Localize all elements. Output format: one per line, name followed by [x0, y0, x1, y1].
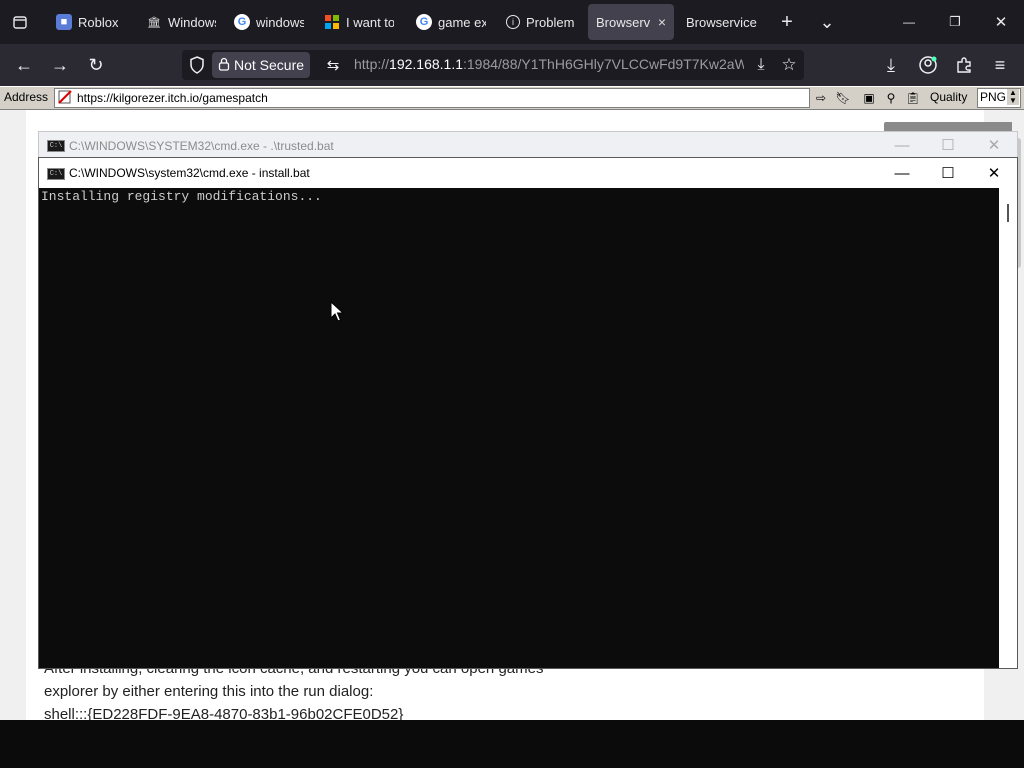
address-input[interactable]: https://kilgorezer.itch.io/gamespatch [54, 88, 810, 108]
console-scrollbar[interactable] [999, 188, 1017, 668]
url-host: 192.168.1.1 [389, 56, 463, 72]
extensions-icon[interactable] [951, 52, 977, 78]
forward-button[interactable]: → [47, 52, 73, 78]
downloads-icon[interactable]: ⤓ [878, 52, 904, 78]
security-label: Not Secure [234, 57, 305, 73]
bookmark-star-icon[interactable]: ☆ [776, 52, 802, 78]
clipboard-icon[interactable]: 📋︎ [904, 89, 922, 106]
arrow-left-icon: ← [15, 54, 33, 75]
image-format-select[interactable]: PNG ▲ ▼ [977, 88, 1021, 108]
tab-browservice[interactable]: Browservice [678, 4, 764, 40]
window-title: C:\WINDOWS\SYSTEM32\cmd.exe - .\trusted.… [69, 139, 334, 153]
minimize-icon: — [894, 136, 910, 154]
tab-title: Problem [526, 14, 574, 30]
maximize-icon: ☐ [941, 137, 955, 154]
google-icon: G [234, 14, 250, 30]
console-text: Installing registry modifications... [41, 189, 322, 204]
reload-button[interactable]: ↻ [83, 52, 109, 78]
url-text[interactable]: http://192.168.1.1:1984/88/Y1ThH6GHly7VL… [354, 56, 744, 72]
cmd-window-install[interactable]: C:\ C:\WINDOWS\system32\cmd.exe - instal… [38, 157, 1018, 669]
permissions-icon[interactable]: ⇆ [320, 52, 346, 78]
account-icon[interactable] [915, 52, 941, 78]
quality-label: Quality [930, 90, 968, 104]
tab-title: Roblox [78, 14, 119, 30]
tab-title: game exp [438, 14, 486, 30]
menu-hamburger-icon[interactable]: ≡ [987, 52, 1013, 78]
window-titlebar[interactable]: C:\ C:\WINDOWS\system32\cmd.exe - instal… [39, 158, 1017, 188]
tab-windows-google[interactable]: G windows [226, 4, 310, 40]
tab-windows[interactable]: 🏛 Windows [138, 4, 222, 40]
plus-icon: + [781, 10, 793, 33]
close-window-button[interactable]: ✕ [978, 0, 1024, 44]
chevron-down-icon: ⌄ [819, 11, 835, 32]
minimize-icon: — [903, 15, 915, 29]
tab-title: Windows [168, 14, 216, 30]
minimize-button[interactable]: — [886, 0, 932, 44]
close-icon: ✕ [987, 165, 1001, 182]
windows-logo-icon [324, 14, 340, 30]
close-icon: ✕ [994, 14, 1008, 31]
tab-browservice-active[interactable]: Browservic × [588, 4, 674, 40]
security-indicator[interactable]: Not Secure [212, 52, 311, 78]
tab-roblox[interactable]: ■ Roblox [48, 4, 136, 40]
instruction-text: explorer by either entering this into th… [44, 683, 374, 700]
address-text: https://kilgorezer.itch.io/gamespatch [77, 91, 268, 105]
tab-overview-icon[interactable] [0, 0, 40, 44]
browser-tab-strip: ■ Roblox 🏛 Windows G windows I want to G… [0, 0, 1024, 44]
minimize-button[interactable]: — [879, 132, 925, 158]
tab-game-explorer[interactable]: G game exp [408, 4, 492, 40]
go-arrow-icon[interactable]: ⇨ [812, 89, 830, 106]
mouse-pointer-icon [330, 300, 345, 323]
window-title: C:\WINDOWS\system32\cmd.exe - install.ba… [69, 166, 310, 180]
binoculars-icon[interactable]: ⚲ [882, 89, 900, 106]
spinner-arrows-icon[interactable]: ▲ ▼ [1007, 89, 1019, 105]
console-output[interactable]: Installing registry modifications... [39, 188, 999, 668]
museum-icon: 🏛 [147, 16, 161, 29]
find-page-icon[interactable]: ▣ [860, 89, 878, 106]
maximize-button[interactable]: ☐ [925, 132, 971, 158]
tab-close-icon[interactable]: × [658, 14, 666, 30]
maximize-button[interactable]: ☐ [925, 158, 971, 188]
arrow-right-icon: → [51, 54, 69, 75]
address-label: Address [4, 90, 49, 104]
screen-bottom-area [0, 720, 1024, 768]
tab-title: Browservice [686, 14, 757, 30]
maximize-icon: ☐ [941, 165, 955, 182]
url-path: :1984/88/Y1ThH6GHly7VLCCwFd9T7Kw2aWnO [463, 56, 744, 72]
remote-address-bar: Address https://kilgorezer.itch.io/games… [0, 86, 1024, 110]
bookmark-icon[interactable]: 🔖︎ [834, 89, 852, 106]
tab-list-button[interactable]: ⌄ [804, 0, 850, 44]
url-bar[interactable]: Not Secure ⇆ http://192.168.1.1:1984/88/… [182, 50, 804, 80]
lock-slash-icon [218, 57, 230, 74]
scrollbar-thumb[interactable] [1007, 204, 1009, 222]
cmd-window-trusted[interactable]: C:\ C:\WINDOWS\SYSTEM32\cmd.exe - .\trus… [38, 131, 1018, 159]
tab-title: I want to [346, 14, 394, 30]
minimize-button[interactable]: — [879, 158, 925, 188]
tab-i-want-to[interactable]: I want to [316, 4, 400, 40]
google-icon: G [416, 14, 432, 30]
back-button[interactable]: ← [11, 52, 37, 78]
restore-button[interactable]: ❐ [932, 0, 978, 44]
format-value: PNG [980, 90, 1007, 104]
tab-title: Browservic [596, 14, 650, 30]
close-icon: ✕ [987, 137, 1001, 154]
reload-icon: ↻ [88, 54, 104, 75]
restore-icon: ❐ [949, 14, 961, 29]
minimize-icon: — [894, 164, 910, 182]
roblox-icon: ■ [56, 14, 72, 30]
tab-title: windows [256, 14, 304, 30]
save-page-icon[interactable]: ⤓ [748, 52, 774, 78]
console-icon: C:\ [47, 168, 65, 180]
tab-problem[interactable]: i Problem [498, 4, 582, 40]
insecure-page-icon [58, 90, 72, 107]
tracking-shield-icon[interactable] [184, 52, 210, 78]
close-button[interactable]: ✕ [971, 158, 1017, 188]
navigation-toolbar: ← → ↻ Not Secure ⇆ http://192.168.1.1:19… [0, 44, 1024, 86]
console-icon: C:\ [47, 140, 65, 152]
close-button[interactable]: ✕ [971, 132, 1017, 158]
info-icon: i [506, 15, 520, 29]
url-scheme: http:// [354, 56, 390, 72]
